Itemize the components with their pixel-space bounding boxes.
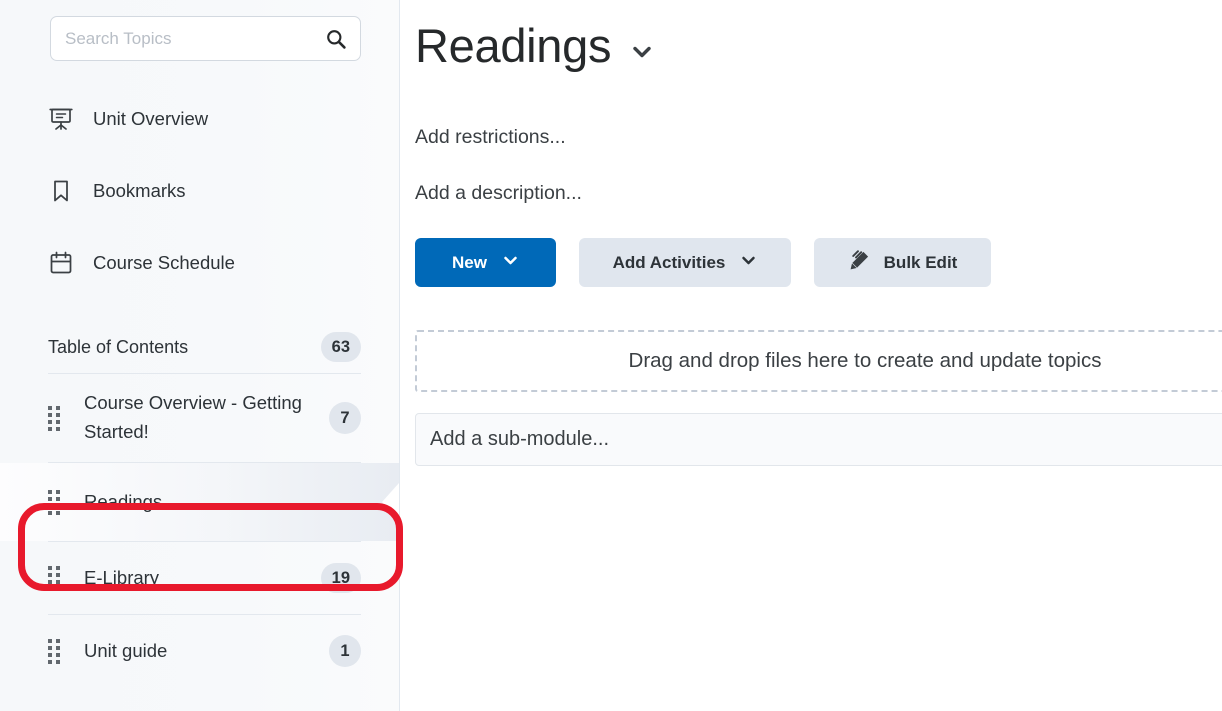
sidebar-item-label: Course Schedule bbox=[93, 252, 235, 273]
add-activities-button-label: Add Activities bbox=[612, 252, 726, 272]
search-input[interactable] bbox=[51, 17, 360, 60]
chevron-down-icon bbox=[502, 252, 519, 274]
chevron-down-icon bbox=[740, 252, 757, 274]
add-activities-button[interactable]: Add Activities bbox=[579, 238, 791, 287]
bulk-edit-button[interactable]: Bulk Edit bbox=[814, 238, 991, 287]
toc-item-label: Readings bbox=[84, 490, 163, 512]
page-title-row: Readings bbox=[400, 0, 1222, 73]
presentation-board-icon bbox=[46, 104, 76, 134]
quick-links-nav: Unit Overview Bookmarks Course Schedule bbox=[0, 83, 399, 299]
bookmark-icon bbox=[46, 176, 76, 206]
search-container bbox=[0, 0, 399, 61]
sidebar-item-course-schedule[interactable]: Course Schedule bbox=[0, 227, 399, 299]
toc-item-label: Course Overview - Getting Started! bbox=[84, 392, 302, 442]
pencil-edit-icon bbox=[848, 249, 871, 277]
toc-item-unit-guide[interactable]: Unit guide 1 bbox=[0, 615, 399, 687]
search-topics-box[interactable] bbox=[50, 16, 361, 61]
add-sub-module-placeholder: Add a sub-module... bbox=[430, 428, 609, 450]
calendar-icon bbox=[46, 248, 76, 278]
table-of-contents-count-badge: 63 bbox=[320, 332, 361, 362]
main-content: Readings Add restrictions... Add a descr… bbox=[400, 0, 1222, 711]
sidebar-item-bookmarks[interactable]: Bookmarks bbox=[0, 155, 399, 227]
sidebar-item-unit-overview[interactable]: Unit Overview bbox=[0, 83, 399, 155]
chevron-down-icon[interactable] bbox=[629, 27, 655, 65]
add-description-link[interactable]: Add a description... bbox=[400, 182, 1222, 205]
drag-handle-icon[interactable] bbox=[48, 405, 64, 431]
add-restrictions-link[interactable]: Add restrictions... bbox=[400, 126, 1222, 149]
table-of-contents-title: Table of Contents bbox=[48, 336, 189, 357]
file-dropzone[interactable]: Drag and drop files here to create and u… bbox=[415, 330, 1222, 392]
toc-item-course-overview[interactable]: Course Overview - Getting Started! 7 bbox=[0, 374, 399, 462]
drag-handle-icon[interactable] bbox=[48, 565, 64, 591]
content-browser-page: Unit Overview Bookmarks bbox=[0, 0, 1222, 711]
sidebar: Unit Overview Bookmarks bbox=[0, 0, 403, 711]
sidebar-item-label: Bookmarks bbox=[93, 180, 186, 201]
drag-handle-icon[interactable] bbox=[48, 638, 64, 664]
page-title: Readings bbox=[415, 19, 612, 72]
sidebar-item-label: Unit Overview bbox=[93, 108, 209, 129]
toc-item-count-badge: 1 bbox=[329, 635, 361, 667]
selected-row-pointer-icon bbox=[382, 483, 399, 521]
toc-item-label: Unit guide bbox=[84, 639, 168, 661]
drag-handle-icon[interactable] bbox=[48, 489, 64, 515]
new-button-label: New bbox=[452, 252, 487, 272]
table-of-contents-header[interactable]: Table of Contents 63 bbox=[0, 321, 399, 373]
dropzone-label: Drag and drop files here to create and u… bbox=[628, 349, 1102, 372]
new-button[interactable]: New bbox=[415, 238, 556, 287]
search-icon[interactable] bbox=[325, 28, 347, 50]
toc-item-readings[interactable]: Readings bbox=[0, 463, 399, 541]
toc-item-count-badge: 7 bbox=[329, 402, 361, 434]
bulk-edit-button-label: Bulk Edit bbox=[883, 252, 958, 272]
toc-item-label: E-Library bbox=[84, 566, 160, 588]
add-sub-module-field[interactable]: Add a sub-module... bbox=[415, 413, 1222, 466]
toc-item-count-badge: 19 bbox=[320, 563, 361, 593]
toc-item-e-library[interactable]: E-Library 19 bbox=[0, 542, 399, 614]
action-button-row: New Add Activities Bulk Edit bbox=[400, 238, 1222, 287]
